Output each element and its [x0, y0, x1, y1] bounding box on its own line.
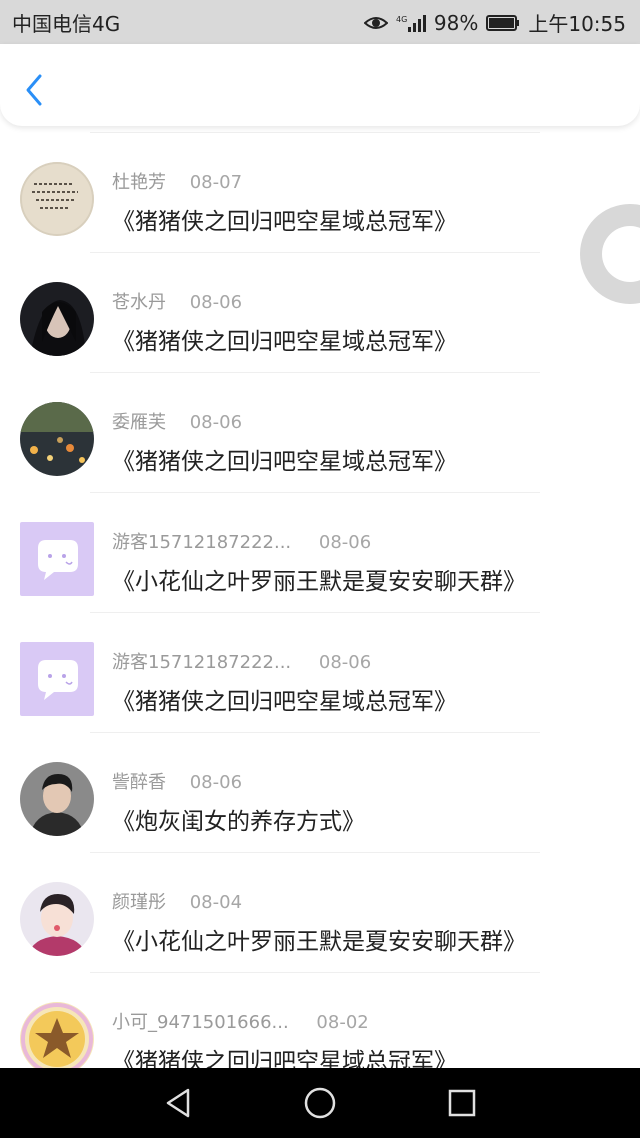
status-bar: 中国电信4G 4G 98% 上午10:55	[0, 0, 640, 44]
avatar[interactable]	[20, 1002, 94, 1068]
list-item[interactable]: 杜艳芳 08-07 《猪猪侠之回归吧空星域总冠军》	[0, 132, 640, 252]
user-name[interactable]: 游客15712187222...	[112, 648, 291, 674]
item-meta: 颜瑾彤 08-04	[112, 888, 242, 914]
item-meta: 游客15712187222... 08-06	[112, 528, 371, 554]
item-meta: 游客15712187222... 08-06	[112, 648, 371, 674]
item-meta: 杜艳芳 08-07	[112, 168, 242, 194]
divider	[90, 132, 540, 133]
divider	[90, 972, 540, 973]
divider	[90, 492, 540, 493]
date: 08-06	[318, 532, 372, 553]
battery-percent: 98%	[433, 10, 479, 35]
item-meta: 小可_9471501666... 08-02	[112, 1008, 369, 1034]
date: 08-06	[189, 772, 243, 793]
user-name[interactable]: 颜瑾彤	[112, 888, 166, 914]
status-indicators: 4G 98% 上午10:55	[363, 8, 626, 37]
user-name[interactable]: 杜艳芳	[112, 168, 166, 194]
divider	[90, 252, 540, 253]
chat-bubble-icon[interactable]	[20, 522, 94, 596]
book-title[interactable]: 《猪猪侠之回归吧空星域总冠军》	[112, 1042, 457, 1068]
navigation-bar	[0, 1068, 640, 1138]
user-name[interactable]: 訾醉香	[112, 768, 166, 794]
list-item[interactable]: 委雁芙 08-06 《猪猪侠之回归吧空星域总冠军》	[0, 372, 640, 492]
avatar[interactable]	[20, 162, 94, 236]
item-meta: 委雁芙 08-06	[112, 408, 242, 434]
carrier-label: 中国电信4G	[12, 12, 121, 36]
book-title[interactable]: 《猪猪侠之回归吧空星域总冠军》	[112, 442, 457, 476]
triangle-back-icon[interactable]	[160, 1085, 196, 1121]
item-meta: 訾醉香 08-06	[112, 768, 242, 794]
list-item[interactable]: 游客15712187222... 08-06 《猪猪侠之回归吧空星域总冠军》	[0, 612, 640, 732]
avatar[interactable]	[20, 402, 94, 476]
book-title[interactable]: 《猪猪侠之回归吧空星域总冠军》	[112, 682, 457, 716]
list-item[interactable]: 苍水丹 08-06 《猪猪侠之回归吧空星域总冠军》	[0, 252, 640, 372]
date: 08-04	[189, 892, 243, 913]
book-title[interactable]: 《猪猪侠之回归吧空星域总冠军》	[112, 202, 457, 236]
date: 08-02	[316, 1012, 369, 1033]
divider	[90, 612, 540, 613]
list-item[interactable]: 颜瑾彤 08-04 《小花仙之叶罗丽王默是夏安安聊天群》	[0, 852, 640, 972]
network-type: 4G	[396, 15, 407, 24]
item-meta: 苍水丹 08-06	[112, 288, 242, 314]
divider	[90, 372, 540, 373]
circle-home-icon[interactable]	[302, 1085, 338, 1121]
book-title[interactable]: 《小花仙之叶罗丽王默是夏安安聊天群》	[112, 562, 526, 596]
avatar[interactable]	[20, 282, 94, 356]
square-recents-icon[interactable]	[444, 1085, 480, 1121]
divider	[90, 852, 540, 853]
avatar[interactable]	[20, 882, 94, 956]
book-title[interactable]: 《小花仙之叶罗丽王默是夏安安聊天群》	[112, 922, 526, 956]
list-item[interactable]: 小可_9471501666... 08-02 《猪猪侠之回归吧空星域总冠军》	[0, 972, 640, 1068]
user-name[interactable]: 小可_9471501666...	[112, 1008, 289, 1034]
eye-comfort-icon	[363, 16, 388, 29]
divider	[90, 732, 540, 733]
battery-icon	[486, 14, 520, 31]
reader-list: 杜艳芳 08-07 《猪猪侠之回归吧空星域总冠军》 苍水丹 08-06 《猪猪侠…	[0, 126, 640, 1068]
list-item[interactable]: 游客15712187222... 08-06 《小花仙之叶罗丽王默是夏安安聊天群…	[0, 492, 640, 612]
top-bar	[0, 44, 640, 126]
floating-button-center	[602, 226, 640, 282]
avatar[interactable]	[20, 762, 94, 836]
date: 08-06	[189, 412, 243, 433]
chevron-left-icon[interactable]	[20, 72, 50, 108]
user-name[interactable]: 游客15712187222...	[112, 528, 291, 554]
user-name[interactable]: 苍水丹	[112, 288, 166, 314]
date: 08-07	[189, 172, 243, 193]
chat-bubble-icon[interactable]	[20, 642, 94, 716]
list-item[interactable]: 訾醉香 08-06 《炮灰闺女的养存方式》	[0, 732, 640, 852]
date: 08-06	[318, 652, 372, 673]
user-name[interactable]: 委雁芙	[112, 408, 166, 434]
book-title[interactable]: 《炮灰闺女的养存方式》	[112, 802, 365, 836]
book-title[interactable]: 《猪猪侠之回归吧空星域总冠军》	[112, 322, 457, 356]
signal-icon: 4G	[396, 14, 426, 32]
clock: 上午10:55	[528, 12, 626, 36]
date: 08-06	[189, 292, 243, 313]
screen: 中国电信4G 4G 98% 上午10:55 杜艳芳 08-07 《猪猪侠之回归吧…	[0, 0, 640, 1138]
